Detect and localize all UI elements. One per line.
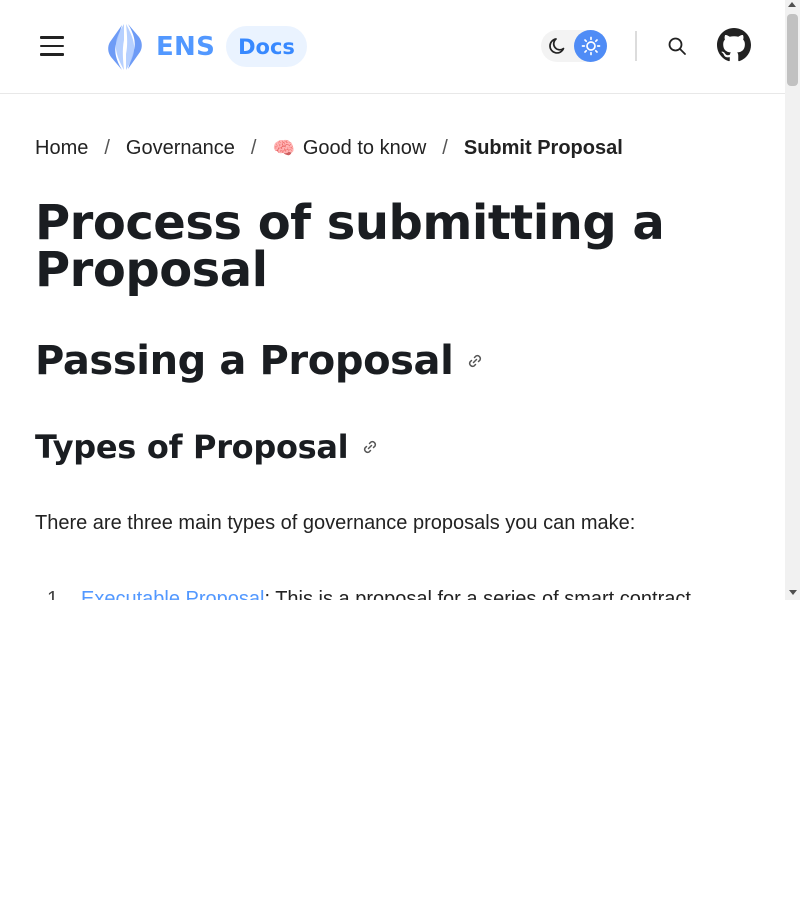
ens-logo-icon xyxy=(108,24,142,70)
logo-text: ENS xyxy=(156,32,216,62)
browser-viewport: ENS Docs Home / Governance / 🧠 Good to k… xyxy=(0,0,800,600)
menu-icon[interactable] xyxy=(38,33,68,59)
brain-emoji-icon: 🧠 xyxy=(272,137,295,158)
search-icon[interactable] xyxy=(665,34,689,58)
link-anchor-icon[interactable] xyxy=(360,437,380,457)
sun-toggle-knob[interactable] xyxy=(574,30,607,62)
intro-paragraph: There are three main types of governance… xyxy=(35,512,636,534)
header-divider xyxy=(635,31,637,61)
scrollbar-thumb[interactable] xyxy=(787,14,798,86)
moon-icon xyxy=(549,38,565,54)
scroll-down-arrow-icon[interactable] xyxy=(789,590,797,595)
site-header: ENS Docs xyxy=(0,0,785,94)
vertical-scrollbar[interactable] xyxy=(785,0,800,600)
blank-area xyxy=(0,600,800,900)
section-heading-types-of-proposal: Types of Proposal xyxy=(35,428,380,466)
list-item: 1. Executable Proposal: This is a proposa… xyxy=(35,588,691,600)
breadcrumb-separator: / xyxy=(250,136,257,159)
ens-logo-link[interactable]: ENS xyxy=(102,22,215,72)
github-icon[interactable] xyxy=(717,28,751,62)
breadcrumb-separator: / xyxy=(104,136,110,159)
breadcrumb-good-to-know-label: Good to know xyxy=(302,136,427,159)
breadcrumb-governance[interactable]: Governance xyxy=(126,137,235,160)
list-number: 1. xyxy=(47,588,64,600)
section-heading-passing-proposal: Passing a Proposal xyxy=(35,338,485,384)
breadcrumb-home[interactable]: Home xyxy=(35,137,88,160)
section-heading-text: Passing a Proposal xyxy=(35,338,454,384)
sun-icon xyxy=(581,36,600,56)
link-anchor-icon[interactable] xyxy=(465,351,485,371)
docs-badge[interactable]: Docs xyxy=(226,26,307,67)
theme-toggle[interactable] xyxy=(541,30,607,62)
executable-proposal-link[interactable]: Executable Proposal xyxy=(81,588,264,600)
breadcrumb-good-to-know[interactable]: 🧠 Good to know xyxy=(272,137,426,160)
scroll-up-arrow-icon[interactable] xyxy=(788,2,796,7)
breadcrumb-current: Submit Proposal xyxy=(463,136,623,159)
subsection-heading-text: Types of Proposal xyxy=(35,428,349,466)
list-item-text: : This is a proposal for a series of sma… xyxy=(264,588,691,600)
breadcrumb: Home / Governance / 🧠 Good to know / Subm… xyxy=(35,134,623,162)
page-title: Process of submitting a Proposal xyxy=(35,195,665,298)
breadcrumb-separator: / xyxy=(442,136,448,159)
